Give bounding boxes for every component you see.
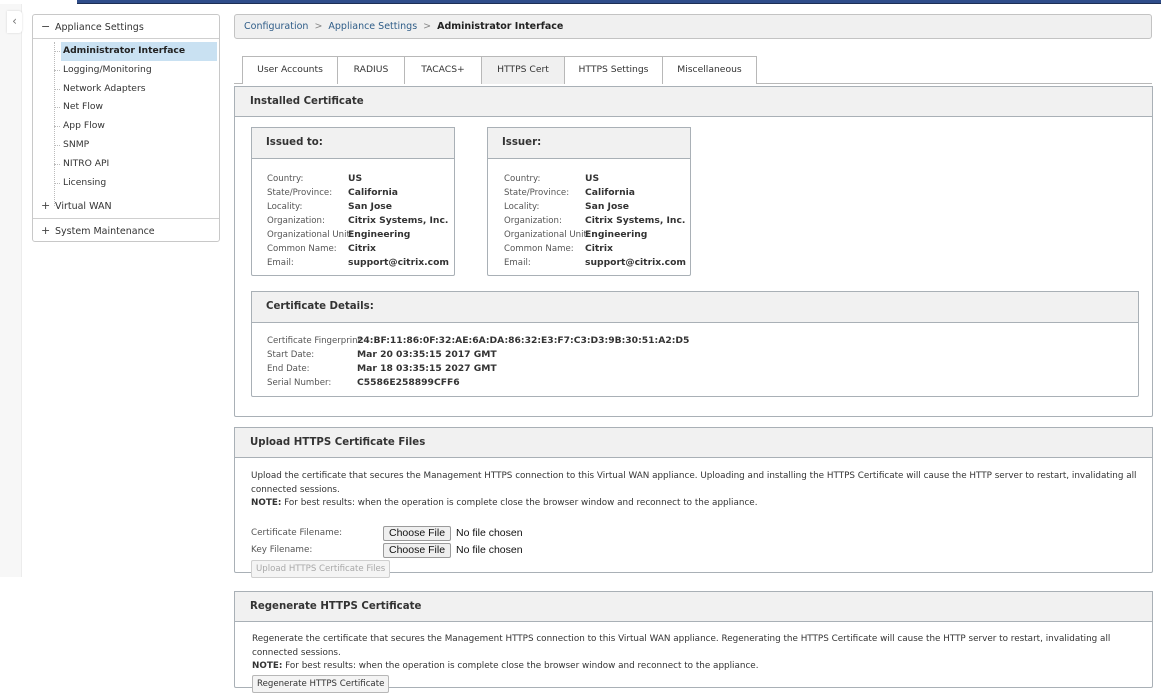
breadcrumb-separator-icon: >: [423, 21, 432, 32]
field-end-date: End Date: Mar 18 03:35:15 2027 GMT: [267, 363, 497, 374]
issued-to-title: Issued to:: [252, 128, 454, 159]
collapse-sidebar-button[interactable]: ‹: [7, 11, 22, 33]
upload-note: NOTE: For best results: when the operati…: [251, 498, 758, 508]
regenerate-certificate-button[interactable]: Regenerate HTTPS Certificate: [252, 674, 390, 693]
field-start-date: Start Date: Mar 20 03:35:15 2017 GMT: [267, 349, 497, 360]
sidebar-tree: − Appliance Settings Administrator Inter…: [32, 14, 220, 242]
tab-https-cert[interactable]: HTTPS Cert: [481, 56, 565, 84]
panel-title: Upload HTTPS Certificate Files: [235, 428, 1152, 458]
field-state: State/Province: California: [267, 187, 398, 198]
sidebar-group-label: System Maintenance: [55, 226, 155, 238]
regenerate-description: Regenerate the certificate that secures …: [252, 634, 1111, 658]
tab-radius[interactable]: RADIUS: [337, 56, 405, 84]
sidebar-group-virtual-wan[interactable]: + Virtual WAN: [33, 194, 219, 218]
panel-title: Installed Certificate: [235, 87, 1152, 117]
sidebar-item-network-adapters[interactable]: Network Adapters: [54, 80, 219, 99]
sidebar-item-net-flow[interactable]: Net Flow: [54, 98, 219, 117]
certificate-details-title: Certificate Details:: [252, 292, 1138, 323]
field-common-name: Common Name: Citrix: [504, 243, 613, 254]
field-email: Email: support@citrix.com: [267, 257, 449, 268]
field-state: State/Province: California: [504, 187, 635, 198]
sidebar-item-logging-monitoring[interactable]: Logging/Monitoring: [54, 61, 219, 80]
breadcrumb: Configuration > Appliance Settings > Adminis…: [234, 14, 1152, 39]
certificate-details-fields: Certificate Fingerprint: 24:BF:11:86:0F:3…: [252, 323, 1138, 390]
field-common-name: Common Name: Citrix: [267, 243, 376, 254]
tab-user-accounts[interactable]: User Accounts: [242, 56, 338, 84]
certificate-file-row: Certificate Filename: Choose File No fil…: [251, 525, 1152, 542]
sidebar-group-system-maintenance[interactable]: + System Maintenance: [33, 218, 219, 242]
upload-certificate-files-button[interactable]: Upload HTTPS Certificate Files: [251, 559, 391, 578]
field-country: Country: US: [267, 173, 363, 184]
panel-title: Regenerate HTTPS Certificate: [235, 592, 1152, 622]
certificate-file-status: No file chosen: [456, 527, 523, 539]
certificate-file-input[interactable]: Choose File: [383, 525, 452, 541]
sidebar-item-app-flow[interactable]: App Flow: [54, 117, 219, 136]
breadcrumb-configuration[interactable]: Configuration: [244, 21, 308, 32]
field-country: Country: US: [504, 173, 600, 184]
issued-to-box: Issued to: Country: US State/Province: Cal…: [251, 127, 455, 276]
upload-content: Upload the certificate that secures the …: [235, 458, 1152, 578]
sidebar-item-licensing[interactable]: Licensing: [54, 174, 219, 193]
field-org-unit: Organizational Unit: Engineering: [267, 229, 411, 240]
certificate-filename-label: Certificate Filename:: [251, 528, 343, 538]
upload-certificate-panel: Upload HTTPS Certificate Files Upload th…: [234, 427, 1153, 578]
field-fingerprint: Certificate Fingerprint: 24:BF:11:86:0F:3…: [267, 335, 690, 346]
field-locality: Locality: San Jose: [504, 201, 629, 212]
tab-https-settings[interactable]: HTTPS Settings: [564, 56, 663, 84]
upload-description: Upload the certificate that secures the …: [251, 471, 1137, 495]
certificate-details-box: Certificate Details: Certificate Fingerp…: [251, 291, 1139, 397]
regenerate-certificate-panel: Regenerate HTTPS Certificate Regenerate …: [234, 591, 1153, 693]
installed-certificate-panel: Installed Certificate Issued to: Country…: [234, 86, 1153, 417]
breadcrumb-separator-icon: >: [314, 21, 323, 32]
key-file-row: Key Filename: Choose File No file chosen: [251, 542, 1152, 559]
field-organization: Organization: Citrix Systems, Inc.: [504, 215, 686, 226]
key-filename-label: Key Filename:: [251, 545, 313, 555]
tab-bar: User Accounts RADIUS TACACS+ HTTPS Cert …: [234, 56, 1152, 84]
sidebar-item-nitro-api[interactable]: NITRO API: [54, 155, 219, 174]
expand-icon: +: [41, 199, 51, 213]
regenerate-content: Regenerate the certificate that secures …: [235, 622, 1152, 693]
tab-miscellaneous[interactable]: Miscellaneous: [662, 56, 757, 84]
issuer-fields: Country: US State/Province: California Loc…: [488, 159, 690, 270]
issued-to-fields: Country: US State/Province: California Loc…: [252, 159, 454, 270]
issuer-title: Issuer:: [488, 128, 690, 159]
sidebar-subitems: Administrator Interface Logging/Monitori…: [33, 39, 219, 206]
collapse-icon: −: [41, 20, 51, 33]
key-file-status: No file chosen: [456, 544, 523, 556]
tab-tacacs[interactable]: TACACS+: [404, 56, 482, 84]
breadcrumb-current: Administrator Interface: [437, 21, 564, 32]
sidebar-group-label: Virtual WAN: [55, 201, 112, 213]
chevron-left-icon: ‹: [12, 14, 17, 28]
top-accent-bar: [77, 0, 1161, 4]
tree-connector-line: [54, 42, 55, 206]
field-email: Email: support@citrix.com: [504, 257, 686, 268]
field-serial-number: Serial Number: C5586E258899CFF6: [267, 377, 460, 388]
key-file-input[interactable]: Choose File: [383, 542, 452, 558]
field-organization: Organization: Citrix Systems, Inc.: [267, 215, 449, 226]
sidebar-item-snmp[interactable]: SNMP: [54, 136, 219, 155]
sidebar-group-appliance-settings[interactable]: − Appliance Settings: [33, 15, 219, 39]
left-nav-strip: [0, 4, 22, 577]
field-locality: Locality: San Jose: [267, 201, 392, 212]
field-org-unit: Organizational Unit: Engineering: [504, 229, 648, 240]
issuer-box: Issuer: Country: US State/Province: Califo…: [487, 127, 691, 276]
breadcrumb-appliance-settings[interactable]: Appliance Settings: [328, 21, 417, 32]
sidebar-group-label: Appliance Settings: [55, 22, 144, 33]
sidebar-item-administrator-interface[interactable]: Administrator Interface: [54, 42, 217, 61]
expand-icon: +: [41, 224, 51, 238]
regenerate-note: NOTE: For best results: when the operati…: [252, 661, 759, 671]
